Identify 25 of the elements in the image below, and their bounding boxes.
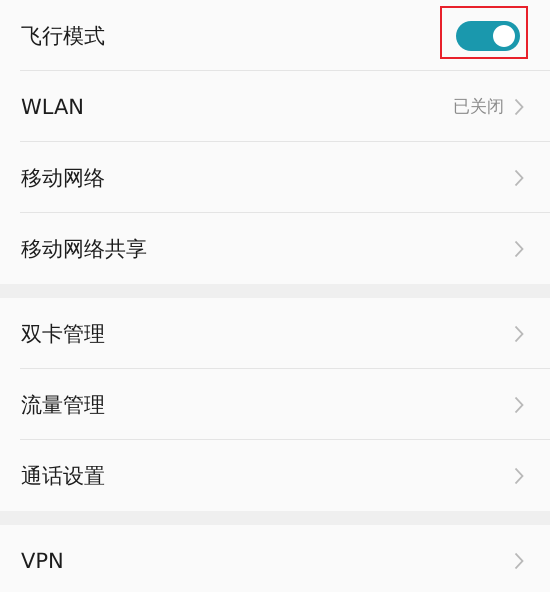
chevron-right-icon	[514, 552, 524, 570]
settings-row[interactable]: 双卡管理	[0, 298, 550, 369]
settings-row[interactable]: VPN	[0, 525, 550, 592]
settings-row[interactable]: 移动网络	[0, 142, 550, 213]
setting-label: WLAN	[21, 94, 86, 118]
settings-row[interactable]: 飞行模式	[0, 0, 550, 71]
toggle-switch[interactable]	[456, 20, 520, 50]
settings-row[interactable]: 流量管理	[0, 369, 550, 440]
chevron-right-icon	[514, 466, 524, 484]
chevron-right-icon	[514, 396, 524, 414]
status-value: 已关闭	[453, 96, 504, 118]
chevron-right-icon	[514, 324, 524, 342]
setting-label: 移动网络共享	[21, 236, 148, 262]
chevron-right-icon	[514, 98, 524, 116]
chevron-right-icon	[514, 168, 524, 186]
settings-row[interactable]: 移动网络共享	[0, 213, 550, 284]
setting-label: 双卡管理	[21, 320, 106, 348]
setting-label: VPN	[21, 548, 65, 572]
setting-label: 飞行模式	[21, 22, 106, 50]
settings-row[interactable]: WLAN 已关闭	[0, 71, 550, 142]
setting-label: 流量管理	[21, 392, 106, 418]
setting-label: 通话设置	[21, 462, 106, 490]
settings-row[interactable]: 通话设置	[0, 440, 550, 511]
setting-label: 移动网络	[21, 164, 106, 192]
chevron-right-icon	[514, 240, 524, 258]
